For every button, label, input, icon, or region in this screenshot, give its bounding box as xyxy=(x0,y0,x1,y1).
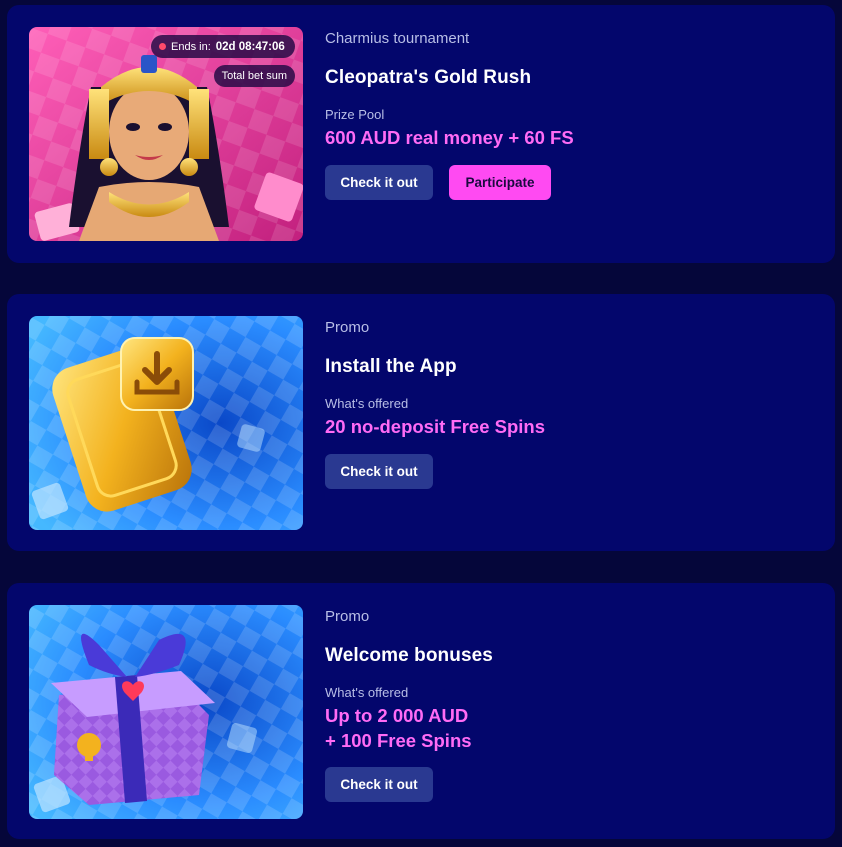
promo-title: Install the App xyxy=(325,356,457,377)
offer-value-line-1: Up to 2 000 AUD xyxy=(325,705,469,726)
welcome-bonuses-image[interactable] xyxy=(29,605,303,819)
offer-value-line-2: + 100 Free Spins xyxy=(325,730,472,751)
promo-title: Cleopatra's Gold Rush xyxy=(325,67,532,88)
promo-category: Charmius tournament xyxy=(325,30,470,47)
check-it-out-button[interactable]: Check it out xyxy=(325,454,433,489)
promo-title: Welcome bonuses xyxy=(325,645,493,666)
promo-card-tournament: Ends in: 02d 08:47:06 Total bet sum Char… xyxy=(7,5,835,263)
gift-box-illustration xyxy=(29,605,303,819)
promo-category: Promo xyxy=(325,608,370,625)
gold-phone-download-illustration xyxy=(29,316,303,530)
offer-label: Prize Pool xyxy=(325,107,385,122)
offer-label: What's offered xyxy=(325,685,409,700)
check-it-out-button[interactable]: Check it out xyxy=(325,767,433,802)
promo-card-install-app: Promo Install the App What's offered 20 … xyxy=(7,294,835,551)
participate-button[interactable]: Participate xyxy=(449,165,551,200)
offer-value: 600 AUD real money + 60 FS xyxy=(325,127,574,148)
promo-category: Promo xyxy=(325,319,370,336)
live-dot-icon xyxy=(159,43,166,50)
tournament-timer: Ends in: 02d 08:47:06 xyxy=(151,35,295,58)
cleopatra-illustration xyxy=(29,27,303,241)
cleopatra-image[interactable]: Ends in: 02d 08:47:06 Total bet sum xyxy=(29,27,303,241)
install-app-image[interactable] xyxy=(29,316,303,530)
promo-card-welcome-bonuses: Promo Welcome bonuses What's offered Up … xyxy=(7,583,835,839)
offer-value: 20 no-deposit Free Spins xyxy=(325,416,545,437)
check-it-out-button[interactable]: Check it out xyxy=(325,165,433,200)
offer-label: What's offered xyxy=(325,396,409,411)
timer-label: Ends in: xyxy=(171,40,211,53)
tournament-type-badge: Total bet sum xyxy=(213,65,295,87)
timer-value: 02d 08:47:06 xyxy=(215,40,285,53)
